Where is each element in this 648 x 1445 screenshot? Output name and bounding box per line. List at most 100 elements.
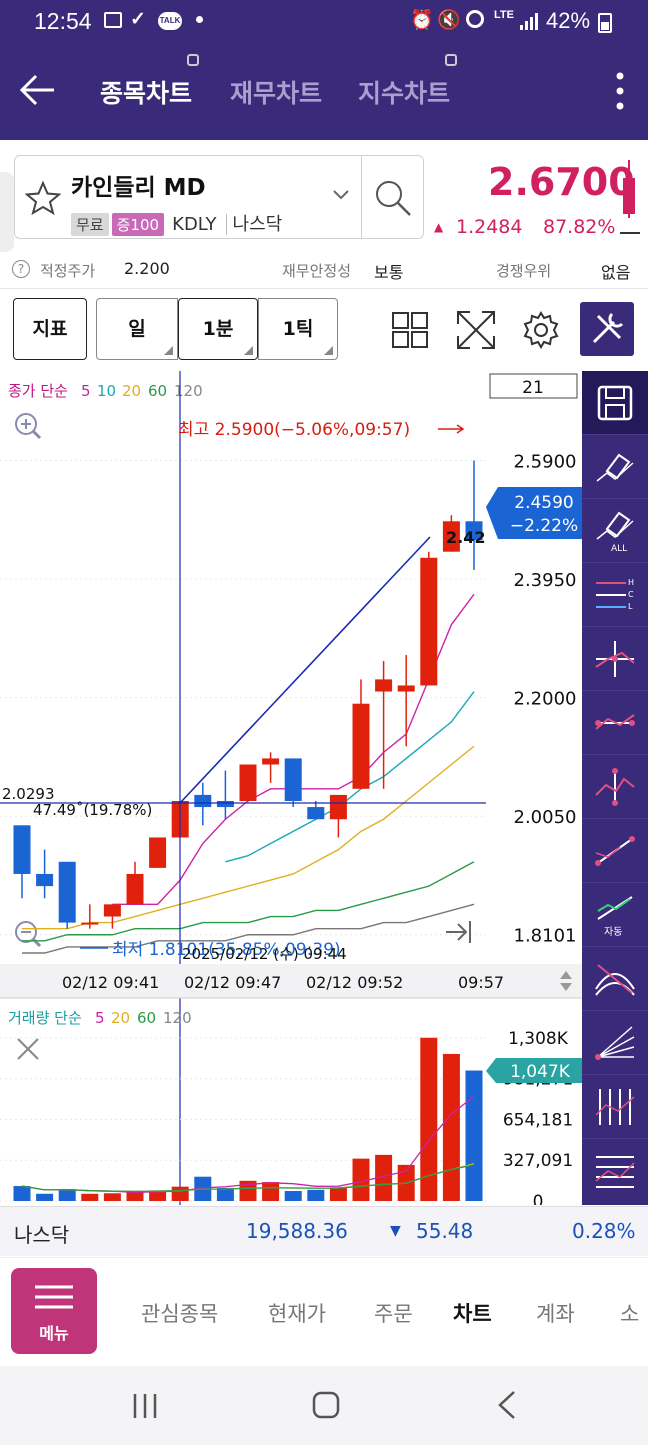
stock-selector[interactable]: 카인들리 MD 무료 증100 KDLY 나스닥 <box>14 155 424 239</box>
current-volume-value: 1,047K <box>510 1062 571 1082</box>
drawing-tools-button[interactable] <box>580 302 634 356</box>
stability-value: 보통 <box>374 263 404 282</box>
legend-ma5: 5 <box>81 382 91 400</box>
more-vert-icon[interactable] <box>614 70 626 112</box>
home-icon[interactable] <box>311 1390 341 1420</box>
new-badge-icon <box>445 54 457 66</box>
current-price-flag-pct: −2.22% <box>510 516 578 536</box>
index-bar[interactable]: 나스닥 19,588.36 ▼ 55.48 0.28% <box>0 1206 648 1256</box>
volume-bar <box>81 1193 99 1201</box>
time-label: 02/12 09:47 <box>184 973 281 992</box>
menu-button[interactable]: 메뉴 <box>11 1268 97 1354</box>
auto-trend-icon: 자동 <box>597 896 633 938</box>
price-legend-prefix: 종가 단순 <box>8 382 68 400</box>
divider <box>361 156 362 238</box>
candle-body <box>329 794 347 820</box>
menu-icon <box>35 1285 73 1309</box>
candle-body <box>58 861 76 923</box>
vertical-line-button[interactable] <box>582 755 648 819</box>
nav-chart[interactable]: 차트 <box>453 1298 492 1328</box>
tab-stock-chart[interactable]: 종목차트 <box>100 74 192 110</box>
gallery-icon <box>104 12 122 28</box>
dot-icon <box>196 16 203 23</box>
period-tick-label: 1틱 <box>282 318 314 340</box>
nav-current-price[interactable]: 현재가 <box>268 1298 326 1328</box>
price-change: 1.2484 <box>456 216 523 238</box>
drawer-handle[interactable] <box>0 172 14 252</box>
competition-value: 없음 <box>601 263 631 282</box>
stock-info-row: ? 적정주가 2.200 재무안정성 보통 경쟁우위 없음 <box>0 254 648 286</box>
index-change: 55.48 <box>416 1219 474 1243</box>
recent-apps-icon[interactable] <box>131 1392 159 1420</box>
legend-ma20: 20 <box>122 382 141 400</box>
status-time: 12:54 <box>34 8 92 34</box>
nav-watchlist[interactable]: 관심종목 <box>141 1298 218 1328</box>
stability-label: 재무안정성 <box>282 262 352 280</box>
app-bar: 종목차트 재무차트 지수차트 <box>0 44 648 140</box>
search-icon[interactable] <box>373 178 413 218</box>
candle-body <box>284 758 302 801</box>
horizontal-line-button[interactable] <box>582 691 648 755</box>
signal-icon <box>520 13 538 30</box>
svg-text:C: C <box>628 590 634 599</box>
channel-lines-button[interactable] <box>582 1139 648 1203</box>
erase-all-button[interactable]: ALL <box>582 499 648 563</box>
chart-area[interactable]: 종가 단순 5 10 20 60 120 21 2.0293 47.49˚(19… <box>0 371 582 1205</box>
legend-ma60: 60 <box>148 382 167 400</box>
vol-legend-ma60: 60 <box>137 1009 156 1027</box>
hcl-line-button[interactable]: HCL <box>582 563 648 627</box>
star-icon[interactable] <box>25 180 61 216</box>
back-arrow-icon[interactable] <box>18 74 56 106</box>
fan-line-icon <box>595 1026 635 1060</box>
eraser-button[interactable] <box>582 435 648 499</box>
period-minute-button[interactable]: 1분 <box>178 298 258 360</box>
help-icon[interactable]: ? <box>12 260 30 278</box>
chart-toolbar: 지표 일 1분 1틱 <box>0 296 648 366</box>
trend-line-icon <box>595 836 635 866</box>
auto-trend-button[interactable]: 자동 <box>582 883 648 947</box>
price-tick-label: 2.5900 <box>514 451 577 472</box>
current-price: 2.6700 <box>488 160 635 204</box>
save-drawing-button[interactable] <box>582 371 648 435</box>
volume-bar <box>58 1189 76 1201</box>
period-minute-label: 1분 <box>202 318 234 340</box>
candle-body <box>239 764 257 801</box>
hcl-line-icon: HCL <box>596 578 634 611</box>
back-icon[interactable] <box>496 1390 518 1420</box>
tab-financial-chart[interactable]: 재무차트 <box>230 74 322 110</box>
free-badge: 무료 <box>71 213 109 236</box>
status-bar: 12:54 ✓ TALK ⏰ 🔇 LTE 42% <box>0 0 648 44</box>
expand-icon[interactable] <box>456 310 496 350</box>
period-tick-button[interactable]: 1틱 <box>258 298 338 360</box>
drawing-sidebar: ALL HCL 자동 <box>582 371 648 1205</box>
grid-layout-icon[interactable] <box>392 312 428 348</box>
period-lines-button[interactable] <box>582 1075 648 1139</box>
chevron-down-icon[interactable] <box>333 190 349 200</box>
cross-line-button[interactable] <box>582 627 648 691</box>
notification-icon: ✓ <box>130 9 146 30</box>
period-day-button[interactable]: 일 <box>96 298 178 360</box>
indicator-button[interactable]: 지표 <box>13 298 87 360</box>
up-triangle-icon: ▲ <box>434 220 444 234</box>
price-tick-label: 2.3950 <box>514 570 577 591</box>
nav-order[interactable]: 주문 <box>374 1298 413 1328</box>
nav-more-partial[interactable]: 소 <box>620 1298 639 1328</box>
settings-gear-icon[interactable] <box>522 311 560 349</box>
divider <box>0 288 648 289</box>
time-label: 02/12 09:41 <box>62 973 159 992</box>
tab-index-chart[interactable]: 지수차트 <box>358 74 450 110</box>
stock-market: 나스닥 <box>225 214 283 235</box>
stock-name: 카인들리 MD <box>71 175 206 201</box>
index-value: 19,588.36 <box>246 1219 348 1243</box>
index-pct: 0.28% <box>572 1219 636 1243</box>
volume-tick-label: 1,308K <box>508 1029 569 1049</box>
volume-tick-label: 654,181 <box>503 1110 573 1130</box>
talk-icon: TALK <box>158 12 182 30</box>
crosshair-time: 2025/02/12 (수) 09:44 <box>182 945 347 963</box>
trend-line-button[interactable] <box>582 819 648 883</box>
nav-account[interactable]: 계좌 <box>536 1298 575 1328</box>
arc-tool-button[interactable] <box>582 947 648 1011</box>
eraser-icon <box>596 453 634 482</box>
candle-body <box>307 807 325 820</box>
fan-line-button[interactable] <box>582 1011 648 1075</box>
